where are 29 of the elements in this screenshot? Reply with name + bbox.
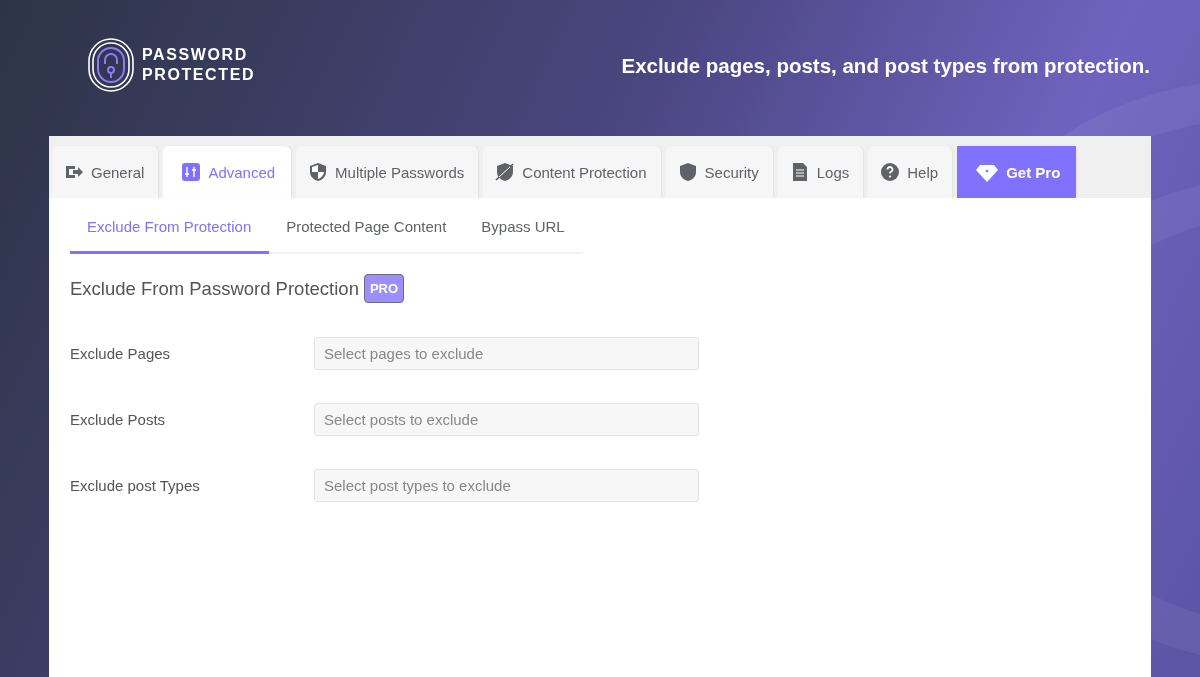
tab[interactable]: Advanced (163, 146, 292, 198)
brand-name: PROTECTED (142, 65, 256, 85)
select-field[interactable]: Select post types to exclude (314, 469, 699, 502)
tab[interactable]: Security (665, 146, 773, 198)
section-title: Exclude From Password Protection (70, 277, 359, 300)
select-field[interactable]: Select posts to exclude (314, 403, 699, 436)
tab[interactable]: Content Protection (483, 146, 661, 198)
subtab[interactable]: Bypass URL (464, 198, 583, 254)
shield-slash-icon (495, 162, 516, 182)
sliders-icon (181, 162, 202, 182)
tab[interactable]: Help (868, 146, 953, 198)
logo-icon (88, 38, 134, 92)
subtab[interactable]: Protected Page Content (269, 198, 465, 254)
brand-name: PASSWORD (142, 45, 249, 65)
subtab[interactable]: Exclude From Protection (70, 198, 270, 254)
tab[interactable]: Multiple Passwords (296, 146, 479, 198)
field-label: Exclude Pages (70, 345, 172, 362)
tab[interactable]: General (52, 146, 159, 198)
pro-badge: PRO (363, 274, 405, 303)
tagline: Exclude pages, posts, and post types from protection. (621, 54, 1150, 78)
tab[interactable]: Logs (777, 146, 864, 198)
get-pro-button[interactable]: Get Pro (957, 146, 1077, 198)
help-icon (880, 162, 901, 182)
field-label: Exclude post Types (70, 477, 201, 494)
select-field[interactable]: Select pages to exclude (314, 337, 699, 370)
shield-icon (677, 162, 698, 182)
shield-icon (308, 162, 329, 182)
diamond-icon (975, 162, 1000, 182)
field-label: Exclude Posts (70, 411, 167, 428)
